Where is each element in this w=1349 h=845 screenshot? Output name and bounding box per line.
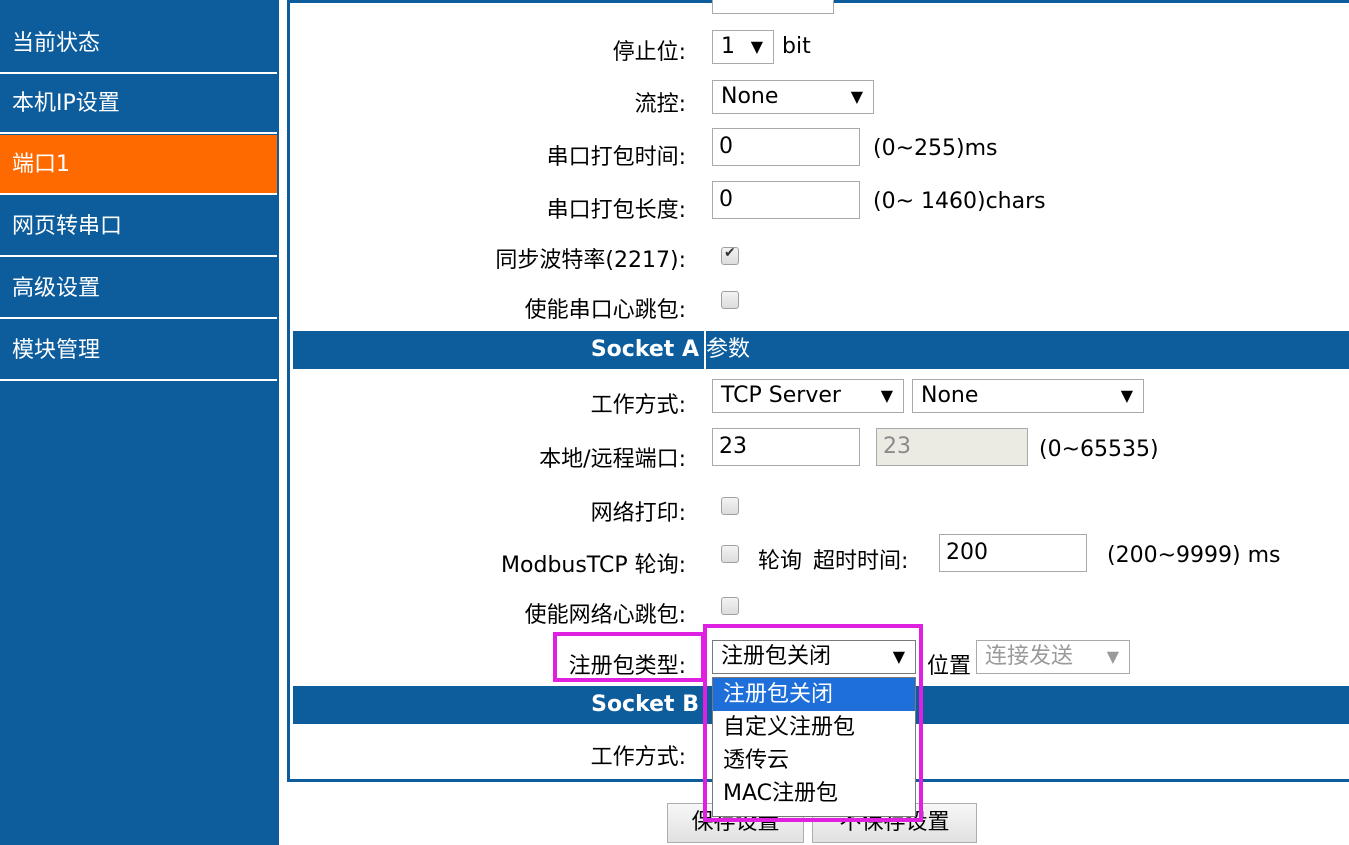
- work-mode-select[interactable]: TCP Server ▼: [712, 379, 904, 413]
- modbus-poll-label: 轮询: [758, 549, 803, 574]
- register-position-label: 位置: [927, 654, 972, 679]
- net-print-label: 网络打印:: [590, 501, 686, 526]
- sidebar-item-label: 网页转串口: [12, 214, 123, 239]
- socket-b-work-mode-label: 工作方式:: [590, 745, 686, 770]
- remote-port-input[interactable]: 23: [876, 428, 1028, 466]
- net-print-checkbox[interactable]: [721, 497, 739, 515]
- local-port-input[interactable]: 23: [712, 428, 860, 466]
- cut-off-select[interactable]: [712, 0, 834, 14]
- pack-length-label: 串口打包长度:: [546, 198, 686, 223]
- modbus-checkbox[interactable]: [721, 545, 739, 563]
- label-highlight-box: [553, 632, 705, 682]
- flow-control-value: None: [721, 84, 779, 109]
- net-heartbeat-label: 使能网络心跳包:: [524, 603, 686, 628]
- chevron-down-icon: ▼: [850, 87, 863, 106]
- chevron-down-icon: ▼: [1120, 386, 1133, 405]
- modbus-timeout-label: 超时时间:: [813, 549, 909, 574]
- modbus-timeout-input[interactable]: 200: [939, 534, 1087, 572]
- sidebar-item-advanced[interactable]: 高级设置: [0, 259, 277, 319]
- socket-a-params-label: 参数: [706, 337, 751, 362]
- ports-label: 本地/远程端口:: [539, 447, 686, 472]
- stop-bit-value: 1: [721, 34, 735, 59]
- stop-bit-unit: bit: [782, 34, 811, 59]
- net-heartbeat-checkbox[interactable]: [721, 597, 739, 615]
- ports-hint: (0~65535): [1039, 437, 1159, 462]
- sidebar-item-label: 当前状态: [12, 31, 101, 56]
- modbus-label: ModbusTCP 轮询:: [501, 553, 686, 578]
- chevron-down-icon: ▼: [750, 37, 763, 56]
- register-position-select[interactable]: 连接发送 ▼: [976, 640, 1130, 674]
- register-position-value: 连接发送: [985, 644, 1074, 669]
- stop-bit-select[interactable]: 1 ▼: [712, 30, 774, 64]
- sidebar-item-ip-settings[interactable]: 本机IP设置: [0, 74, 277, 134]
- sidebar-item-status[interactable]: 当前状态: [0, 14, 277, 74]
- sidebar-item-module-management[interactable]: 模块管理: [0, 321, 277, 381]
- sidebar-item-web-to-serial[interactable]: 网页转串口: [0, 197, 277, 257]
- work-mode-sub-select[interactable]: None ▼: [912, 379, 1144, 413]
- socket-b-title: Socket B: [591, 692, 699, 717]
- sync-baud-label: 同步波特率(2217):: [495, 248, 686, 273]
- pack-time-hint: (0~255)ms: [873, 136, 998, 161]
- dropdown-highlight-box: [703, 624, 923, 822]
- work-mode-value: TCP Server: [721, 383, 841, 408]
- pack-length-hint: (0~ 1460)chars: [873, 189, 1046, 214]
- serial-heartbeat-label: 使能串口心跳包:: [524, 298, 686, 323]
- serial-heartbeat-checkbox[interactable]: [721, 291, 739, 309]
- socket-a-header: Socket A 参数: [293, 331, 1349, 369]
- pack-time-label: 串口打包时间:: [546, 145, 686, 170]
- socket-a-title: Socket A: [590, 337, 699, 362]
- chevron-down-icon: ▼: [880, 386, 893, 405]
- sidebar-item-label: 高级设置: [12, 276, 101, 301]
- work-mode-sub-value: None: [921, 383, 979, 408]
- sidebar: 当前状态 本机IP设置 端口1 网页转串口 高级设置 模块管理: [0, 0, 279, 845]
- flow-control-label: 流控:: [634, 92, 686, 117]
- sidebar-item-port1[interactable]: 端口1: [0, 135, 277, 195]
- pack-time-input[interactable]: 0: [712, 128, 860, 166]
- modbus-timeout-hint: (200~9999) ms: [1107, 543, 1281, 568]
- sidebar-item-label: 本机IP设置: [12, 91, 120, 116]
- pack-length-input[interactable]: 0: [712, 181, 860, 219]
- stop-bit-label: 停止位:: [612, 40, 686, 65]
- flow-control-select[interactable]: None ▼: [712, 80, 874, 114]
- sidebar-item-label: 端口1: [12, 152, 70, 177]
- chevron-down-icon: ▼: [1106, 647, 1119, 666]
- sync-baud-checkbox[interactable]: [721, 245, 739, 265]
- work-mode-label: 工作方式:: [590, 393, 686, 418]
- sidebar-item-label: 模块管理: [12, 338, 101, 363]
